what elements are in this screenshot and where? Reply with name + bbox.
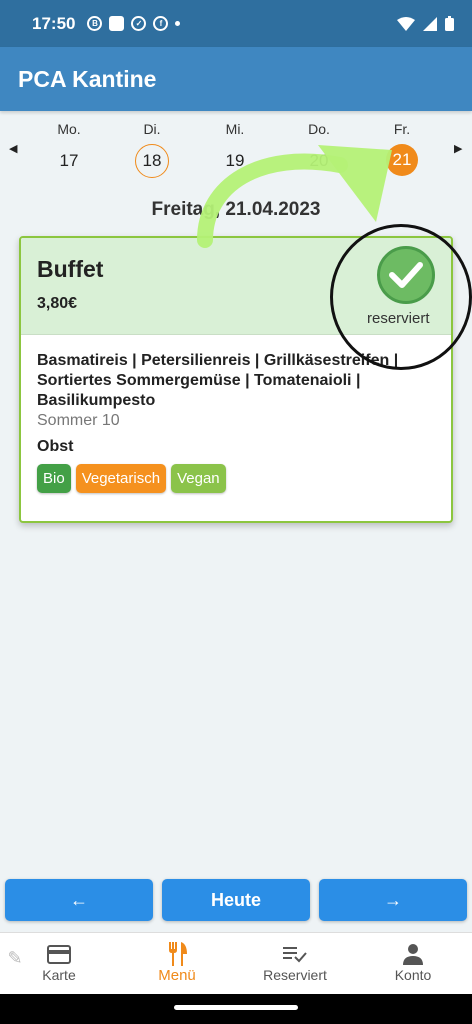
day-name: Fr.	[393, 121, 411, 137]
meal-tags: Bio Vegetarisch Vegan	[37, 464, 435, 493]
battery-icon	[445, 16, 454, 31]
signal-icon	[423, 16, 437, 31]
next-day-button[interactable]: →	[319, 879, 467, 921]
app-bar: PCA Kantine	[0, 47, 472, 111]
app-title: PCA Kantine	[18, 65, 157, 92]
check-circle-icon: ✓	[131, 16, 147, 31]
tag-bio: Bio	[37, 464, 71, 493]
status-bar: 17:50 B ✓ f	[0, 0, 472, 47]
meal-card-header: Buffet 3,80€ reserviert	[21, 238, 451, 335]
day-name: Di.	[143, 121, 161, 137]
meal-side: Obst	[37, 438, 74, 455]
date-title: Freitag, 21.04.2023	[151, 199, 321, 220]
day-wednesday[interactable]: Mi. 19	[205, 118, 265, 178]
previous-day-button[interactable]: ←	[5, 879, 153, 921]
meal-card-body: Basmatireis | Petersilienreis | Grillkäs…	[21, 335, 451, 509]
facebook-icon: f	[153, 16, 169, 31]
pencil-icon[interactable]: ✎	[0, 936, 30, 980]
tab-label: Konto	[394, 967, 432, 983]
day-name: Mo.	[57, 121, 81, 137]
tab-label: Reserviert	[263, 967, 327, 983]
day-friday[interactable]: Fr. 21	[372, 118, 432, 176]
dot-icon	[175, 21, 181, 26]
meal-name: Buffet	[37, 256, 104, 282]
reserved-check-icon[interactable]	[377, 246, 435, 304]
notification-box-icon	[109, 16, 125, 31]
day-number: 20	[309, 151, 329, 170]
next-week-icon[interactable]: ▶	[454, 142, 462, 155]
day-number-selected: 21	[386, 144, 418, 176]
prev-week-icon[interactable]: ◀	[9, 142, 17, 155]
tag-vegetarian: Vegetarisch	[75, 464, 167, 493]
home-indicator[interactable]	[174, 1005, 298, 1010]
day-number: 17	[59, 151, 79, 170]
tab-menu[interactable]: Menü	[127, 941, 227, 984]
day-monday[interactable]: Mo. 17	[39, 118, 99, 178]
reserved-list-icon	[245, 941, 345, 967]
meal-card[interactable]: Buffet 3,80€ reserviert Basmatireis | Pe…	[19, 236, 453, 523]
day-number: 19	[225, 151, 245, 170]
bottom-tab-bar: Karte Menü Reserviert Konto	[0, 932, 472, 994]
tag-vegan: Vegan	[171, 464, 226, 493]
tab-konto[interactable]: Konto	[363, 941, 463, 983]
day-name: Mi.	[225, 121, 245, 137]
day-tuesday[interactable]: Di. 18	[122, 118, 182, 178]
day-number-today: 18	[135, 144, 169, 178]
meal-subtitle: Sommer 10	[37, 412, 120, 429]
status-time: 17:50	[32, 13, 76, 33]
reserved-label: reserviert	[367, 310, 430, 327]
person-icon	[363, 941, 463, 967]
wifi-icon	[397, 16, 415, 31]
tab-label: Menü	[158, 967, 196, 984]
tab-reserviert[interactable]: Reserviert	[245, 941, 345, 983]
week-selector: ◀ Mo. 17 Di. 18 Mi. 19 Do. 20 Fr. 21 ▶	[0, 118, 472, 184]
day-name: Do.	[308, 121, 330, 137]
day-thursday[interactable]: Do. 20	[289, 118, 349, 178]
b-badge-icon: B	[87, 16, 103, 31]
meal-description: Basmatireis | Petersilienreis | Grillkäs…	[37, 352, 399, 409]
cutlery-icon	[127, 941, 227, 967]
today-button[interactable]: Heute	[162, 879, 310, 921]
